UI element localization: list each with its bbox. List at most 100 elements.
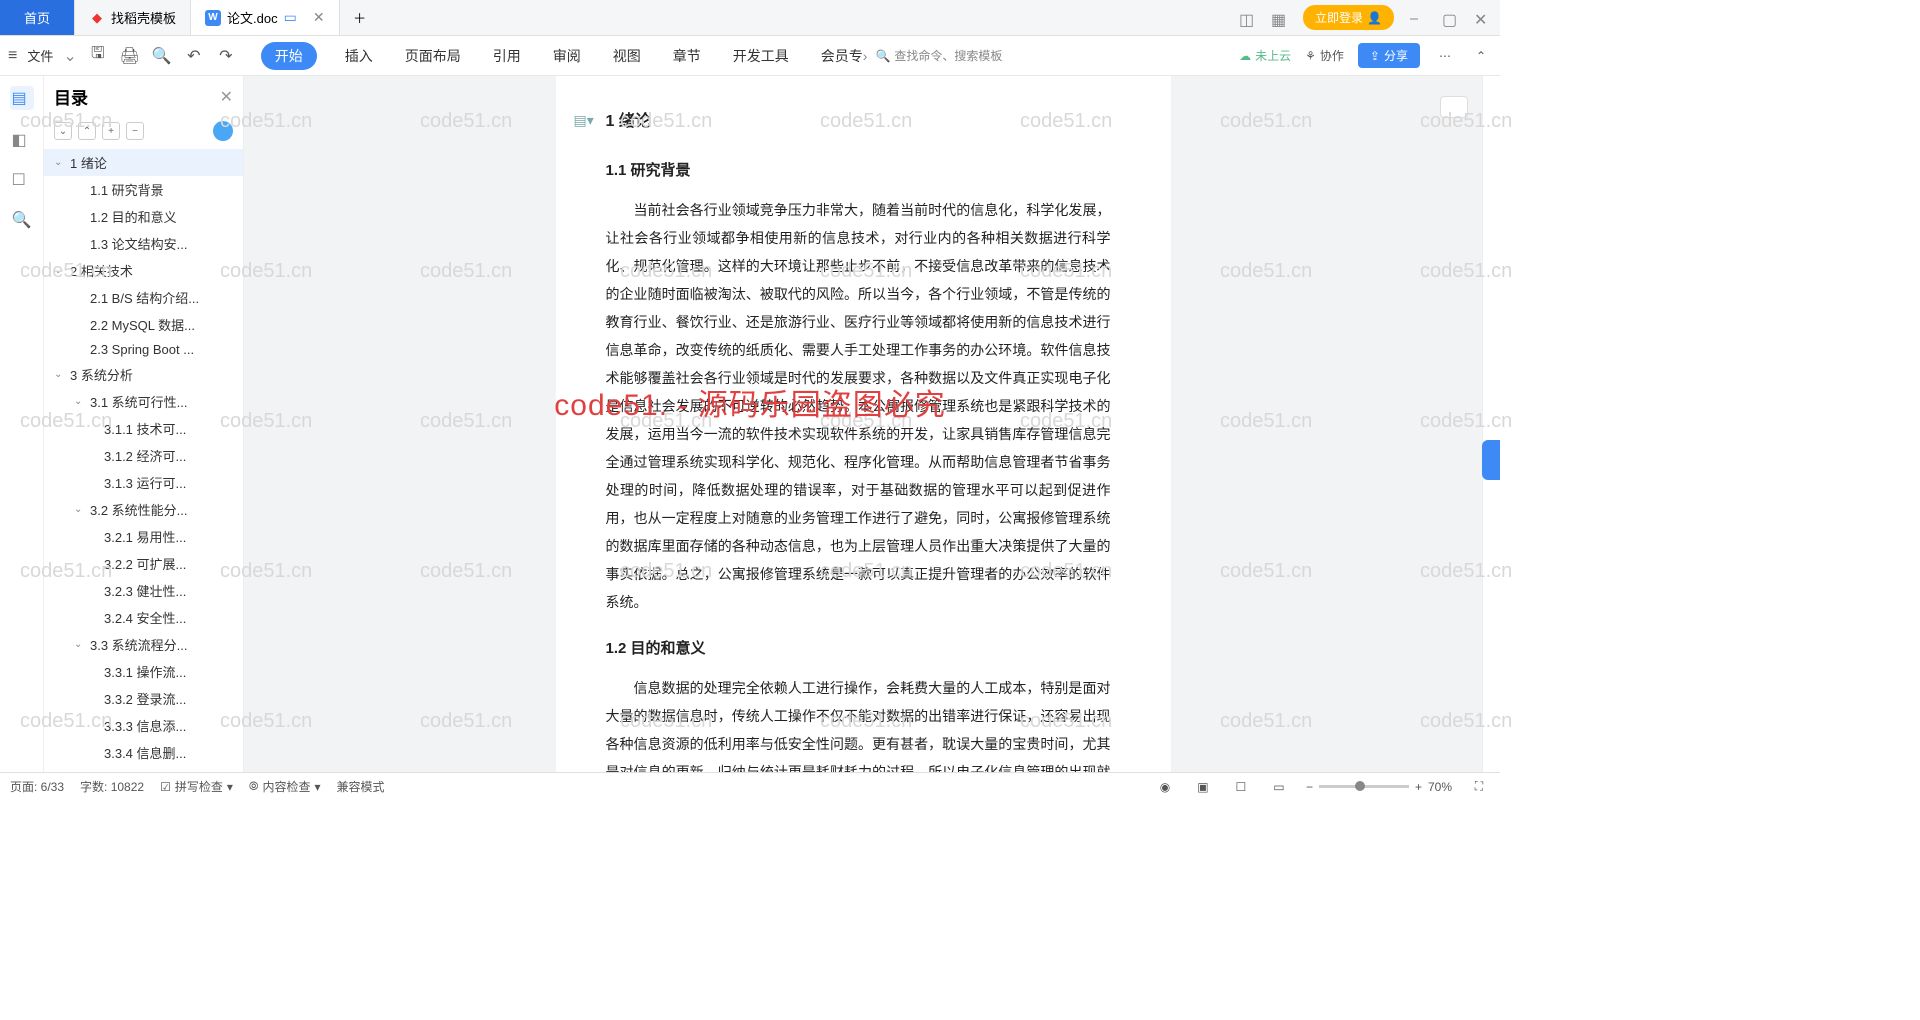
cloud-icon: ☁	[1239, 49, 1251, 63]
word-count[interactable]: 字数: 10822	[80, 778, 144, 795]
tab-ref[interactable]: 引用	[489, 42, 525, 70]
outline-item[interactable]: ⌄3 系统分析	[44, 361, 243, 388]
cloud-status[interactable]: ☁未上云	[1239, 47, 1291, 64]
zoom-slider[interactable]	[1319, 785, 1409, 788]
outline-item[interactable]: ⌄3.2 系统性能分...	[44, 496, 243, 523]
outline-item[interactable]: 3.3.4 信息删...	[44, 739, 243, 766]
bookmark-rail-icon[interactable]: ☐	[12, 170, 32, 190]
remove-node-icon[interactable]: −	[126, 122, 144, 140]
tab-template[interactable]: ◆ 找稻壳模板	[75, 0, 191, 35]
outline-item[interactable]: 3.3.3 信息添...	[44, 712, 243, 739]
sync-icon[interactable]	[213, 121, 233, 141]
more-icon[interactable]: ⋯	[1434, 45, 1456, 67]
tab-document-label: 论文.doc	[227, 8, 278, 27]
outline-item[interactable]: ⌄3.1 系统可行性...	[44, 388, 243, 415]
save-icon[interactable]: 🖫	[87, 45, 109, 67]
tab-view[interactable]: 视图	[609, 42, 645, 70]
file-menu[interactable]: 文件	[27, 46, 53, 65]
outline-item[interactable]: 2.1 B/S 结构介绍...	[44, 284, 243, 311]
tab-home[interactable]: 首页	[0, 0, 75, 35]
expand-all-icon[interactable]: ⌃	[78, 122, 96, 140]
login-button[interactable]: 立即登录👤	[1303, 5, 1394, 30]
outline-title: 目录	[54, 84, 88, 109]
view-mode-2-icon[interactable]: ▣	[1192, 776, 1214, 798]
tab-start[interactable]: 开始	[261, 42, 317, 70]
outline-item[interactable]: 1.3 论文结构安...	[44, 230, 243, 257]
outline-item[interactable]: 1.1 研究背景	[44, 176, 243, 203]
layers-rail-icon[interactable]: ◧	[12, 130, 32, 150]
maximize-icon[interactable]: ▢	[1442, 10, 1458, 26]
tab-layout[interactable]: 页面布局	[401, 42, 465, 70]
page-indicator[interactable]: 页面: 6/33	[10, 778, 64, 795]
collab-button[interactable]: ⚘协作	[1305, 47, 1344, 64]
paragraph-1: 当前社会各行业领域竞争压力非常大，随着当前时代的信息化，科学化发展，让社会各行业…	[606, 196, 1111, 616]
tab-insert[interactable]: 插入	[341, 42, 377, 70]
tab-section[interactable]: 章节	[669, 42, 705, 70]
check-icon: ☑	[160, 780, 171, 794]
zoom-in-icon[interactable]: +	[1415, 780, 1422, 794]
window-controls: ◫ ▦ 立即登录👤 ⎯ ▢ ✕	[1229, 0, 1500, 35]
outline-item[interactable]: 3.3.2 登录流...	[44, 685, 243, 712]
command-search[interactable]: 🔍 查找命令、搜索模板	[875, 47, 1002, 64]
outline-item[interactable]: 1.2 目的和意义	[44, 203, 243, 230]
hamburger-icon[interactable]: ≡	[8, 47, 17, 65]
search-rail-icon[interactable]: 🔍	[12, 210, 32, 230]
outline-item[interactable]: 3.1.3 运行可...	[44, 469, 243, 496]
zoom-out-icon[interactable]: −	[1306, 780, 1313, 794]
side-handle[interactable]	[1482, 440, 1500, 480]
close-tab-icon[interactable]: ✕	[313, 9, 325, 26]
outline-item[interactable]: 2.2 MySQL 数据...	[44, 311, 243, 338]
spellcheck-toggle[interactable]: ☑拼写检查▾	[160, 778, 233, 795]
new-tab-button[interactable]: ＋	[340, 0, 380, 35]
share-icon: ⇪	[1370, 49, 1380, 63]
side-toggle-icon[interactable]	[1440, 96, 1468, 118]
tab-document[interactable]: W 论文.doc ▭ ✕	[191, 0, 340, 35]
view-mode-1-icon[interactable]: ◉	[1154, 776, 1176, 798]
grid-icon[interactable]: ▦	[1271, 10, 1287, 26]
outline-item[interactable]: 3.2.2 可扩展...	[44, 550, 243, 577]
tab-review[interactable]: 审阅	[549, 42, 585, 70]
template-icon: ◆	[89, 10, 105, 26]
close-window-icon[interactable]: ✕	[1474, 10, 1490, 26]
outline-item[interactable]: 3.2.1 易用性...	[44, 523, 243, 550]
outline-rail-icon[interactable]: ▤	[10, 86, 34, 110]
share-button[interactable]: ⇪分享	[1358, 43, 1420, 68]
fullscreen-icon[interactable]: ⛶	[1468, 776, 1490, 798]
search-icon: 🔍	[875, 49, 890, 63]
compat-mode[interactable]: 兼容模式	[337, 778, 385, 795]
layout1-icon[interactable]: ◫	[1239, 10, 1255, 26]
titlebar: 首页 ◆ 找稻壳模板 W 论文.doc ▭ ✕ ＋ ◫ ▦ 立即登录👤 ⎯ ▢ …	[0, 0, 1500, 36]
outline-item[interactable]: ⌄2 相关技术	[44, 257, 243, 284]
outline-item[interactable]: 3.1.1 技术可...	[44, 415, 243, 442]
outline-item[interactable]: ⌄1 绪论	[44, 149, 243, 176]
right-gutter	[1482, 76, 1500, 772]
preview-icon[interactable]: 🔍	[151, 45, 173, 67]
outline-item[interactable]: 3.2.3 健壮性...	[44, 577, 243, 604]
contentcheck-toggle[interactable]: ⦾内容检查▾	[249, 778, 321, 795]
document-area: ▤▾ 1 绪论 1.1 研究背景 当前社会各行业领域竞争压力非常大，随着当前时代…	[244, 76, 1482, 772]
close-outline-icon[interactable]: ✕	[220, 87, 233, 107]
paragraph-2: 信息数据的处理完全依赖人工进行操作，会耗费大量的人工成本，特别是面对大量的数据信…	[606, 674, 1111, 772]
undo-icon[interactable]: ↶	[183, 45, 205, 67]
outline-item[interactable]: 3.2.4 安全性...	[44, 604, 243, 631]
window-mode-icon[interactable]: ▭	[284, 9, 297, 26]
page-margin-icon[interactable]: ▤▾	[574, 106, 594, 134]
add-node-icon[interactable]: +	[102, 122, 120, 140]
view-mode-3-icon[interactable]: ☐	[1230, 776, 1252, 798]
view-mode-4-icon[interactable]: ▭	[1268, 776, 1290, 798]
redo-icon[interactable]: ↷	[215, 45, 237, 67]
chevron-up-icon[interactable]: ⌃	[1470, 45, 1492, 67]
tab-member[interactable]: 会员专›	[817, 42, 872, 70]
zoom-value[interactable]: 70%	[1428, 780, 1452, 794]
outline-item[interactable]: 3.3.1 操作流...	[44, 658, 243, 685]
collapse-all-icon[interactable]: ⌄	[54, 122, 72, 140]
print-icon[interactable]: 🖨	[119, 45, 141, 67]
zoom-control[interactable]: − + 70%	[1306, 780, 1452, 794]
minimize-icon[interactable]: ⎯	[1410, 10, 1426, 26]
tab-dev[interactable]: 开发工具	[729, 42, 793, 70]
shield-icon: ⦾	[249, 779, 259, 794]
outline-item[interactable]: ⌄3.3 系统流程分...	[44, 631, 243, 658]
tab-template-label: 找稻壳模板	[111, 8, 176, 27]
outline-item[interactable]: 3.1.2 经济可...	[44, 442, 243, 469]
outline-item[interactable]: 2.3 Spring Boot ...	[44, 338, 243, 361]
